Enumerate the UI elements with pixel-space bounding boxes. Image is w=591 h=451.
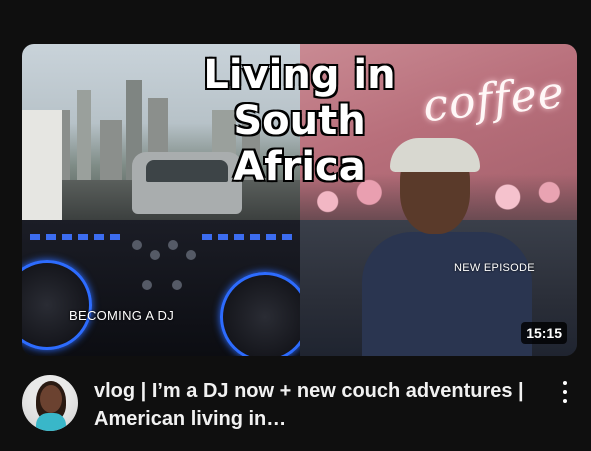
overlay-line-2: South (233, 98, 366, 144)
caption-new-episode: NEW EPISODE (454, 262, 535, 274)
overlay-line-1: Living in (203, 52, 396, 98)
thumbnail-overlay-title: Living in South Africa (22, 52, 577, 190)
duration-badge: 15:15 (521, 322, 567, 344)
channel-avatar[interactable] (22, 375, 78, 431)
more-vert-icon[interactable] (556, 378, 574, 406)
video-card[interactable]: coffee Living in South Africa BECOMING A… (0, 0, 591, 451)
video-title[interactable]: vlog | I’m a DJ now + new couch adventur… (94, 377, 524, 433)
video-thumbnail[interactable]: coffee Living in South Africa BECOMING A… (22, 44, 577, 356)
caption-becoming-dj: BECOMING A DJ (69, 308, 175, 323)
dj-controller-image (22, 220, 310, 356)
overlay-line-3: Africa (233, 144, 366, 190)
